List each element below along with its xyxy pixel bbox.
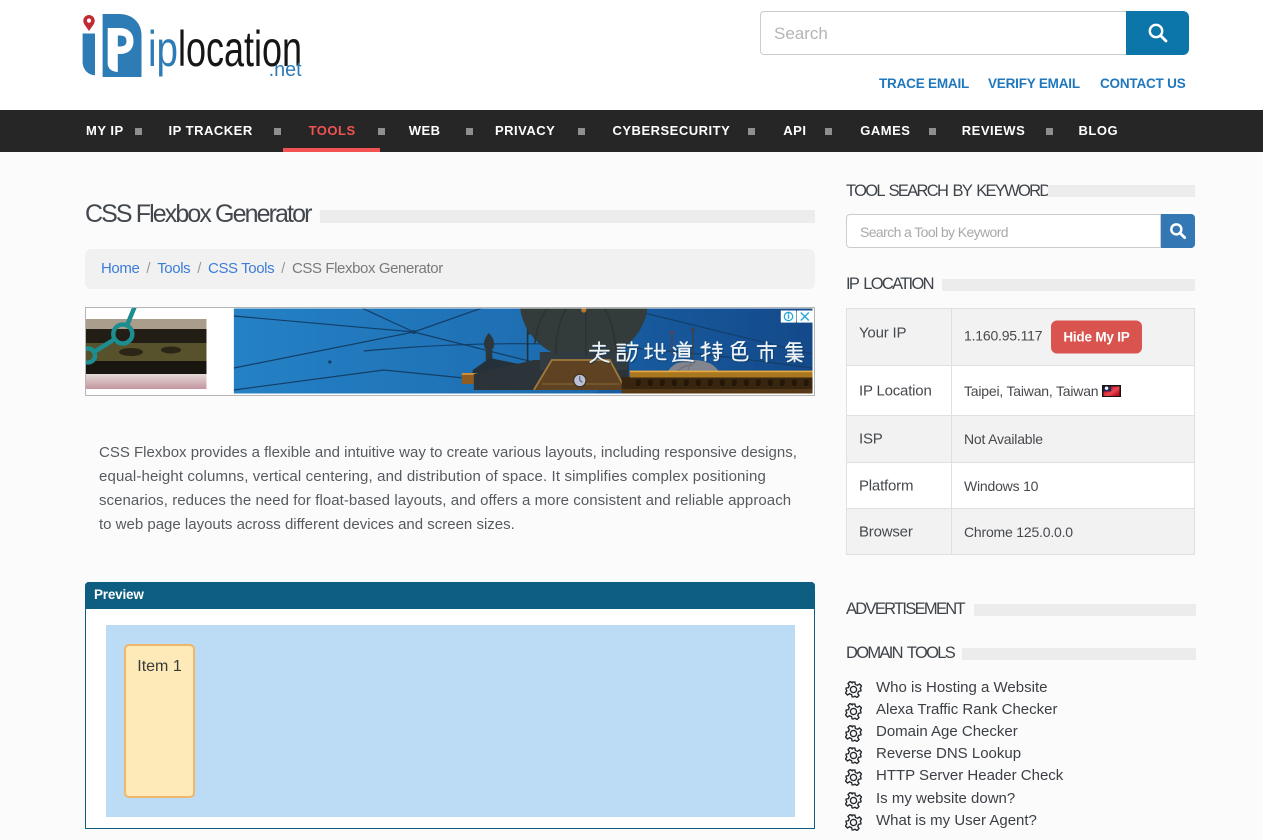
svg-text:.net: .net — [269, 59, 302, 81]
svg-text:ip: ip — [148, 21, 178, 77]
